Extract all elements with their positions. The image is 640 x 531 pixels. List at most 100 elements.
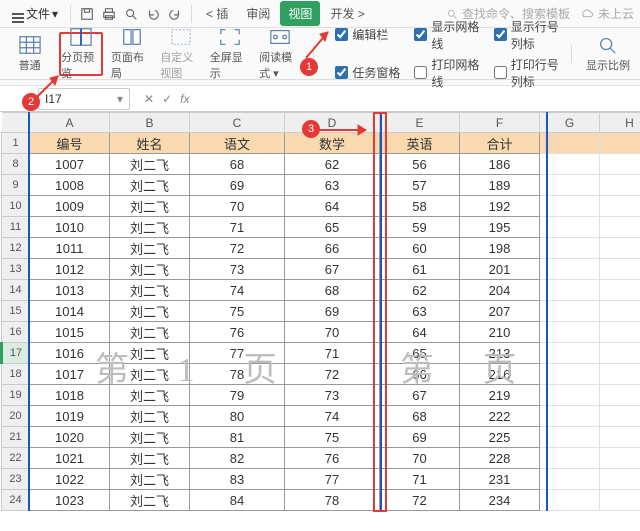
empty-cell[interactable] [600, 259, 640, 280]
preview-icon[interactable] [121, 4, 141, 24]
col-header[interactable]: C [190, 113, 285, 133]
fx-icon[interactable]: fx [180, 92, 189, 106]
data-cell[interactable]: 60 [380, 238, 460, 259]
data-cell[interactable]: 186 [460, 154, 540, 175]
data-cell[interactable]: 74 [190, 280, 285, 301]
data-cell[interactable]: 225 [460, 427, 540, 448]
data-cell[interactable]: 刘二飞 [110, 280, 190, 301]
empty-cell[interactable] [540, 238, 600, 259]
data-cell[interactable]: 70 [285, 322, 380, 343]
cancel-icon[interactable]: ✕ [144, 92, 154, 106]
empty-cell[interactable] [600, 238, 640, 259]
data-cell[interactable]: 231 [460, 469, 540, 490]
data-cell[interactable]: 75 [285, 427, 380, 448]
row-header[interactable]: 1 [2, 133, 30, 154]
undo-icon[interactable] [143, 4, 163, 24]
data-cell[interactable]: 1007 [30, 154, 110, 175]
empty-cell[interactable] [540, 448, 600, 469]
data-cell[interactable]: 234 [460, 490, 540, 511]
data-cell[interactable]: 刘二飞 [110, 259, 190, 280]
row-header[interactable]: 16 [2, 322, 30, 343]
spreadsheet-grid[interactable]: A B C D E F G H 1编号姓名语文数学英语合计81007刘二飞686… [0, 112, 640, 511]
view-readmode-button[interactable]: 阅读模式 ▾ [259, 32, 300, 76]
data-cell[interactable]: 刘二飞 [110, 196, 190, 217]
empty-cell[interactable] [600, 490, 640, 511]
data-cell[interactable]: 1022 [30, 469, 110, 490]
data-cell[interactable]: 刘二飞 [110, 364, 190, 385]
check-gridlines[interactable]: 显示网格线 [414, 18, 479, 52]
check-print-headers[interactable]: 打印行号列标 [494, 56, 559, 90]
data-cell[interactable]: 79 [190, 385, 285, 406]
empty-cell[interactable] [540, 154, 600, 175]
row-header[interactable]: 9 [2, 175, 30, 196]
file-menu[interactable]: 文件 ▾ [6, 3, 64, 24]
data-cell[interactable]: 61 [380, 259, 460, 280]
accept-icon[interactable]: ✓ [162, 92, 172, 106]
data-cell[interactable]: 1015 [30, 322, 110, 343]
data-cell[interactable]: 刘二飞 [110, 385, 190, 406]
data-cell[interactable]: 1017 [30, 364, 110, 385]
check-editbar[interactable]: 编辑栏 [335, 18, 400, 52]
data-cell[interactable]: 1008 [30, 175, 110, 196]
data-cell[interactable]: 76 [190, 322, 285, 343]
empty-cell[interactable] [540, 469, 600, 490]
empty-cell[interactable] [540, 196, 600, 217]
select-all-corner[interactable] [2, 113, 30, 133]
data-cell[interactable]: 204 [460, 280, 540, 301]
data-cell[interactable]: 72 [285, 364, 380, 385]
row-header[interactable]: 12 [2, 238, 30, 259]
col-header[interactable]: F [460, 113, 540, 133]
empty-cell[interactable] [540, 322, 600, 343]
data-cell[interactable]: 1013 [30, 280, 110, 301]
data-cell[interactable]: 83 [190, 469, 285, 490]
check-headers[interactable]: 显示行号列标 [494, 18, 559, 52]
data-cell[interactable]: 76 [285, 448, 380, 469]
data-cell[interactable]: 59 [380, 217, 460, 238]
empty-cell[interactable] [540, 133, 600, 154]
data-cell[interactable]: 67 [380, 385, 460, 406]
data-cell[interactable]: 67 [285, 259, 380, 280]
data-cell[interactable]: 68 [190, 154, 285, 175]
data-cell[interactable]: 77 [285, 469, 380, 490]
formula-input-area[interactable]: ✕ ✓ fx [136, 92, 197, 106]
data-cell[interactable]: 71 [380, 469, 460, 490]
data-cell[interactable]: 70 [190, 196, 285, 217]
empty-cell[interactable] [600, 280, 640, 301]
data-cell[interactable]: 刘二飞 [110, 217, 190, 238]
data-cell[interactable]: 78 [285, 490, 380, 511]
data-cell[interactable]: 1023 [30, 490, 110, 511]
empty-cell[interactable] [540, 343, 600, 364]
view-normal-button[interactable]: 普通 [8, 32, 51, 76]
empty-cell[interactable] [600, 406, 640, 427]
row-header[interactable]: 14 [2, 280, 30, 301]
view-fullscreen-button[interactable]: 全屏显示 [210, 32, 251, 76]
tab-insert[interactable]: < 插 [198, 1, 236, 26]
data-cell[interactable]: 69 [285, 301, 380, 322]
data-cell[interactable]: 64 [380, 322, 460, 343]
empty-cell[interactable] [540, 406, 600, 427]
view-custom-button[interactable]: 自定义视图 [160, 32, 201, 76]
data-cell[interactable]: 201 [460, 259, 540, 280]
empty-cell[interactable] [540, 490, 600, 511]
data-cell[interactable]: 合计 [460, 133, 540, 154]
redo-icon[interactable] [165, 4, 185, 24]
data-cell[interactable]: 63 [285, 175, 380, 196]
check-print-grid[interactable]: 打印网格线 [414, 56, 479, 90]
data-cell[interactable]: 语文 [190, 133, 285, 154]
data-cell[interactable]: 58 [380, 196, 460, 217]
data-cell[interactable]: 57 [380, 175, 460, 196]
row-header[interactable]: 10 [2, 196, 30, 217]
data-cell[interactable]: 73 [285, 385, 380, 406]
row-header[interactable]: 13 [2, 259, 30, 280]
data-cell[interactable]: 1010 [30, 217, 110, 238]
data-cell[interactable]: 69 [190, 175, 285, 196]
print-icon[interactable] [99, 4, 119, 24]
row-header[interactable]: 23 [2, 469, 30, 490]
view-pagebreak-button[interactable]: 分页预览 [59, 32, 103, 76]
data-cell[interactable]: 刘二飞 [110, 469, 190, 490]
data-cell[interactable]: 刘二飞 [110, 343, 190, 364]
data-cell[interactable]: 66 [380, 364, 460, 385]
col-header[interactable]: B [110, 113, 190, 133]
zoom-button[interactable]: 显示比例 [584, 32, 632, 76]
data-cell[interactable]: 219 [460, 385, 540, 406]
